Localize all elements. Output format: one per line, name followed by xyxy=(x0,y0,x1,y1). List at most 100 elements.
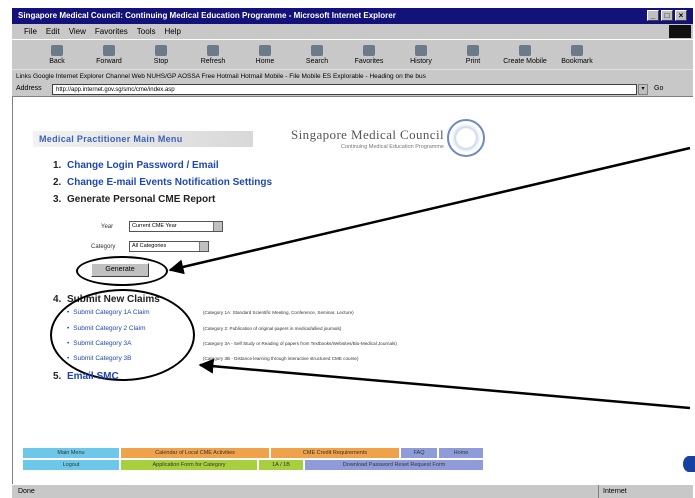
toolbar: Back Forward Stop Refresh Home Search Fa… xyxy=(12,39,693,69)
smc-subtitle: Continuing Medical Education Programme xyxy=(340,144,444,150)
home-icon xyxy=(259,45,271,56)
favorites-button[interactable]: Favorites xyxy=(344,40,394,70)
nav-home[interactable]: Home xyxy=(439,448,483,458)
change-password-link[interactable]: Change Login Password / Email xyxy=(67,160,219,171)
favorites-label: Favorites xyxy=(354,58,384,65)
year-label: Year xyxy=(101,224,114,230)
status-bar: Done Internet xyxy=(12,484,693,498)
category-description: (Category 1A: Standard Scientific Meetin… xyxy=(203,310,354,315)
menu-tools[interactable]: Tools xyxy=(137,24,156,39)
chevron-down-icon xyxy=(199,242,208,251)
bookmark-label: Bookmark xyxy=(561,58,593,65)
window-title: Singapore Medical Council: Continuing Me… xyxy=(18,11,396,20)
refresh-icon xyxy=(207,45,219,56)
item-number: 2. xyxy=(53,177,62,188)
page-content: Medical Practitioner Main Menu Singapore… xyxy=(12,97,693,484)
nav-credit-requirements[interactable]: CME Credit Requirements xyxy=(271,448,399,458)
forward-button[interactable]: Forward xyxy=(84,40,134,70)
favorites-icon xyxy=(363,45,375,56)
category-description: (Category 3B - Distance learning through… xyxy=(203,356,359,361)
print-button[interactable]: Print xyxy=(448,40,498,70)
nav-password-reset-form[interactable]: Download Password Reset Request Form xyxy=(305,460,483,470)
search-label: Search xyxy=(305,58,329,65)
nav-cme-calendar[interactable]: Calendar of Local CME Activities xyxy=(121,448,269,458)
smc-logo: Singapore Medical Council Continuing Med… xyxy=(279,127,444,150)
print-icon xyxy=(467,45,479,56)
menu-item-email-settings[interactable]: 2. Change E-mail Events Notification Sett… xyxy=(53,177,272,188)
create-mobile-button[interactable]: Create Mobile xyxy=(500,40,550,70)
menu-item-email-smc[interactable]: 5. Email SMC xyxy=(53,371,119,382)
item-number: 4. xyxy=(53,294,62,305)
maximize-button[interactable]: □ xyxy=(661,10,673,21)
nav-faq[interactable]: FAQ xyxy=(401,448,437,458)
menu-item-generate-report: 3. Generate Personal CME Report xyxy=(53,194,215,205)
category-description: (Category 2: Publication of original pap… xyxy=(203,326,342,331)
nav-logout[interactable]: Logout xyxy=(23,460,119,470)
go-button[interactable]: Go xyxy=(654,85,663,92)
refresh-button[interactable]: Refresh xyxy=(188,40,238,70)
window-title-bar: Singapore Medical Council: Continuing Me… xyxy=(12,8,693,24)
menu-file[interactable]: File xyxy=(24,24,37,39)
forward-label: Forward xyxy=(96,58,122,65)
print-label: Print xyxy=(465,58,481,65)
window-controls: _ □ × xyxy=(647,10,687,21)
forward-arrow-icon xyxy=(103,45,115,56)
back-label: Back xyxy=(49,58,65,65)
category-select[interactable]: All Categories xyxy=(129,241,209,252)
menu-bar: File Edit View Favorites Tools Help xyxy=(12,24,693,39)
nav-main-menu[interactable]: Main Menu xyxy=(23,448,119,458)
page-title: Medical Practitioner Main Menu xyxy=(33,131,253,147)
nav-application-form[interactable]: Application Form for Category xyxy=(121,460,257,470)
search-button[interactable]: Search xyxy=(292,40,342,70)
menu-view[interactable]: View xyxy=(69,24,86,39)
address-bar: Address http://app.internet.gov.sg/smc/c… xyxy=(12,82,693,97)
category-select-value: All Categories xyxy=(132,243,167,249)
create-mobile-label: Create Mobile xyxy=(503,58,547,65)
email-smc-link[interactable]: Email SMC xyxy=(67,371,119,382)
stop-button[interactable]: Stop xyxy=(136,40,186,70)
menu-item-change-password[interactable]: 1. Change Login Password / Email xyxy=(53,160,219,171)
history-label: History xyxy=(410,58,432,65)
home-button[interactable]: Home xyxy=(240,40,290,70)
security-zone: Internet xyxy=(598,485,658,498)
email-settings-link[interactable]: Change E-mail Events Notification Settin… xyxy=(67,177,272,188)
close-button[interactable]: × xyxy=(675,10,687,21)
year-select[interactable]: Current CME Year xyxy=(129,221,223,232)
history-button[interactable]: History xyxy=(396,40,446,70)
home-label: Home xyxy=(255,58,275,65)
minimize-button[interactable]: _ xyxy=(647,10,659,21)
stop-label: Stop xyxy=(153,58,169,65)
windows-logo-icon xyxy=(669,25,691,38)
highlight-circle xyxy=(50,289,195,381)
nav-category-1a-1b[interactable]: 1A / 1B xyxy=(259,460,303,470)
bookmark-button[interactable]: Bookmark xyxy=(552,40,602,70)
highlight-circle xyxy=(76,256,168,286)
links-bar[interactable]: Links Google Internet Explorer Channel W… xyxy=(12,69,693,82)
address-dropdown-icon[interactable]: ▾ xyxy=(638,84,648,95)
smc-name: Singapore Medical Council xyxy=(291,127,444,142)
back-button[interactable]: Back xyxy=(32,40,82,70)
item-number: 1. xyxy=(53,160,62,171)
history-icon xyxy=(415,45,427,56)
generate-report-heading: Generate Personal CME Report xyxy=(67,194,216,205)
stop-icon xyxy=(155,45,167,56)
item-number: 5. xyxy=(53,371,62,382)
menu-help[interactable]: Help xyxy=(164,24,180,39)
menu-edit[interactable]: Edit xyxy=(46,24,60,39)
ie-globe-icon xyxy=(683,456,695,472)
mobile-icon xyxy=(519,45,531,56)
screenshot-frame: Singapore Medical Council: Continuing Me… xyxy=(0,0,695,498)
menu-favorites[interactable]: Favorites xyxy=(95,24,128,39)
status-text: Done xyxy=(18,488,35,495)
category-description: (Category 3A - Self Study or Reading of … xyxy=(203,341,397,346)
refresh-label: Refresh xyxy=(200,58,226,65)
search-icon xyxy=(311,45,323,56)
year-select-value: Current CME Year xyxy=(132,223,177,229)
chevron-down-icon xyxy=(213,222,222,231)
smc-seal-icon xyxy=(447,119,485,157)
address-label: Address xyxy=(16,85,42,92)
category-label: Category xyxy=(91,244,116,250)
address-input[interactable]: http://app.internet.gov.sg/smc/cme/index… xyxy=(52,84,637,95)
item-number: 3. xyxy=(53,194,62,205)
back-arrow-icon xyxy=(51,45,63,56)
